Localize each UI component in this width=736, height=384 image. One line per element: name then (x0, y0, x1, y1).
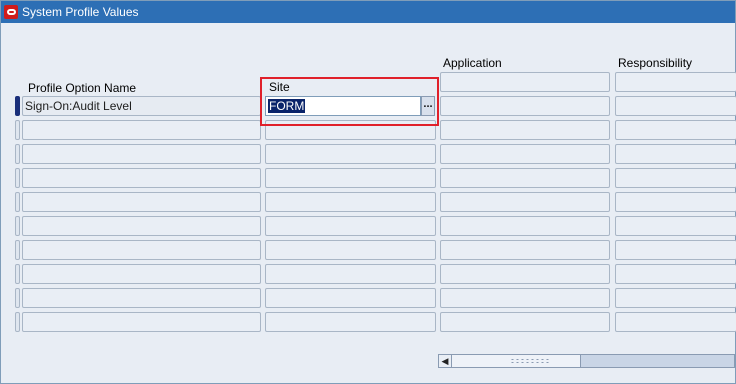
profile-option-name-field[interactable] (22, 288, 261, 308)
record-indicator[interactable] (15, 288, 20, 308)
form-content: Profile Option Name Site Application Res… (1, 23, 736, 383)
site-value-field[interactable] (265, 288, 436, 308)
responsibility-value-field[interactable] (615, 192, 736, 212)
window-title: System Profile Values (22, 5, 139, 19)
profile-option-name-field[interactable] (22, 264, 261, 284)
profile-option-name-field[interactable] (22, 192, 261, 212)
record-indicator[interactable] (15, 312, 20, 332)
site-value-field[interactable] (265, 216, 436, 236)
profile-option-name-field[interactable] (22, 216, 261, 236)
application-header-field[interactable] (440, 72, 610, 92)
responsibility-value-field[interactable] (615, 216, 736, 236)
site-value-field[interactable] (265, 192, 436, 212)
horizontal-scrollbar[interactable]: ◀ (438, 354, 735, 368)
column-header-application: Application (443, 56, 502, 70)
responsibility-value-field[interactable] (615, 264, 736, 284)
responsibility-value-field[interactable] (615, 288, 736, 308)
site-value-field[interactable] (265, 144, 436, 164)
responsibility-value-field[interactable] (615, 120, 736, 140)
column-header-profile-option-name: Profile Option Name (28, 81, 137, 95)
record-indicator[interactable] (15, 192, 20, 212)
scroll-left-arrow-icon[interactable]: ◀ (439, 355, 452, 367)
profile-option-name-field[interactable] (22, 240, 261, 260)
application-value-field[interactable] (440, 264, 610, 284)
profile-option-name-field[interactable] (22, 312, 261, 332)
site-value-field[interactable] (265, 168, 436, 188)
site-highlight-box (260, 77, 439, 126)
responsibility-value-field[interactable] (615, 144, 736, 164)
application-value-field[interactable] (440, 96, 610, 116)
record-indicator[interactable] (15, 216, 20, 236)
scrollbar-grip (510, 358, 550, 364)
responsibility-value-field[interactable] (615, 312, 736, 332)
responsibility-value-field[interactable] (615, 240, 736, 260)
title-bar: System Profile Values (1, 1, 735, 23)
column-header-responsibility: Responsibility (618, 56, 693, 70)
record-indicator[interactable] (15, 168, 20, 188)
application-value-field[interactable] (440, 312, 610, 332)
application-value-field[interactable] (440, 216, 610, 236)
current-record-indicator[interactable] (15, 96, 20, 116)
application-value-field[interactable] (440, 240, 610, 260)
profile-option-name-field[interactable] (22, 120, 261, 140)
record-indicator[interactable] (15, 264, 20, 284)
profile-option-name-field[interactable] (22, 144, 261, 164)
oracle-logo-icon (4, 5, 18, 19)
site-value-field[interactable] (265, 240, 436, 260)
system-profile-values-window: System Profile Values Profile Option Nam… (0, 0, 736, 384)
responsibility-value-field[interactable] (615, 96, 736, 116)
site-value-field[interactable] (265, 312, 436, 332)
scrollbar-thumb[interactable] (452, 355, 581, 367)
application-value-field[interactable] (440, 168, 610, 188)
application-value-field[interactable] (440, 144, 610, 164)
record-indicator[interactable] (15, 120, 20, 140)
application-value-field[interactable] (440, 288, 610, 308)
profile-option-name-field[interactable] (22, 168, 261, 188)
site-value-field[interactable] (265, 264, 436, 284)
responsibility-value-field[interactable] (615, 168, 736, 188)
application-value-field[interactable] (440, 192, 610, 212)
profile-option-name-field[interactable]: Sign-On:Audit Level (22, 96, 261, 116)
record-indicator[interactable] (15, 240, 20, 260)
responsibility-header-field[interactable] (615, 72, 736, 92)
application-value-field[interactable] (440, 120, 610, 140)
record-indicator[interactable] (15, 144, 20, 164)
